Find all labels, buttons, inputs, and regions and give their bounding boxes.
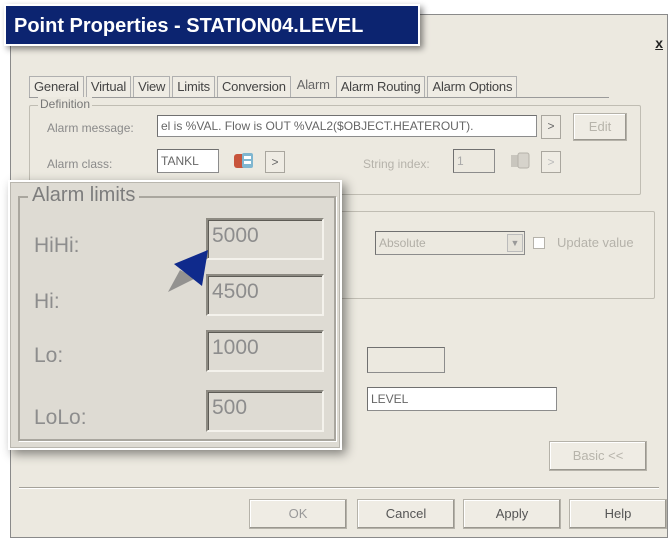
blank-field[interactable] [367, 347, 445, 373]
hihi-label: HiHi: [34, 234, 80, 257]
string-index-field[interactable]: 1 [453, 149, 495, 173]
string-index-arrow-button[interactable]: > [541, 151, 561, 173]
footer-separator [19, 487, 659, 489]
pointer-arrow-icon [160, 248, 210, 298]
hi-field[interactable]: 4500 [206, 274, 324, 316]
cancel-button[interactable]: Cancel [357, 499, 455, 529]
ok-button[interactable]: OK [249, 499, 347, 529]
tab-alarm-options[interactable]: Alarm Options [427, 76, 518, 97]
tab-general[interactable]: General [29, 76, 84, 97]
string-index-picker-icon[interactable] [509, 151, 531, 171]
close-icon[interactable]: x [655, 35, 663, 51]
apply-button[interactable]: Apply [463, 499, 561, 529]
lolo-field[interactable]: 500 [206, 390, 324, 432]
help-button[interactable]: Help [569, 499, 667, 529]
lolo-label: LoLo: [34, 406, 87, 429]
edit-button[interactable]: Edit [573, 113, 627, 141]
hihi-field[interactable]: 5000 [206, 218, 324, 260]
alarm-message-field[interactable]: el is %VAL. Flow is OUT %VAL2($OBJECT.HE… [157, 115, 537, 137]
tab-virtual[interactable]: Virtual [85, 76, 132, 97]
tab-conversion[interactable]: Conversion [216, 76, 291, 97]
tab-alarm[interactable]: Alarm [292, 75, 334, 97]
basic-button[interactable]: Basic << [549, 441, 647, 471]
update-value-checkbox[interactable] [533, 237, 545, 249]
tab-bar: General Virtual View Limits Conversion A… [29, 73, 609, 98]
alarm-limits-zoom-panel: Alarm limits HiHi: 5000 Hi: 4500 Lo: 100… [8, 180, 342, 450]
alarm-limits-group: Alarm limits HiHi: 5000 Hi: 4500 Lo: 100… [18, 184, 336, 441]
tab-alarm-routing[interactable]: Alarm Routing [335, 76, 426, 97]
window-title: Point Properties - STATION04.LEVEL [4, 4, 420, 46]
deadband-type-select[interactable]: Absolute ▼ [375, 231, 525, 255]
alarm-message-label: Alarm message: [47, 121, 134, 135]
alarm-limits-legend: Alarm limits [28, 184, 140, 207]
hi-label: Hi: [34, 290, 60, 313]
alarm-class-field[interactable]: TANKL [157, 149, 219, 173]
alarm-message-arrow-button[interactable]: > [541, 115, 561, 139]
lo-field[interactable]: 1000 [206, 330, 324, 372]
definition-legend: Definition [38, 97, 93, 111]
deadband-type-value: Absolute [379, 236, 426, 250]
update-value-label: Update value [557, 235, 634, 250]
lo-label: Lo: [34, 344, 64, 367]
string-index-label: String index: [363, 157, 430, 171]
alarm-class-arrow-button[interactable]: > [265, 151, 285, 173]
alarm-class-label: Alarm class: [47, 157, 113, 171]
chevron-down-icon[interactable]: ▼ [507, 234, 523, 252]
level-field[interactable]: LEVEL [367, 387, 557, 411]
alarm-class-picker-icon[interactable] [233, 151, 255, 171]
tab-limits[interactable]: Limits [172, 76, 215, 97]
tab-view[interactable]: View [133, 76, 171, 97]
